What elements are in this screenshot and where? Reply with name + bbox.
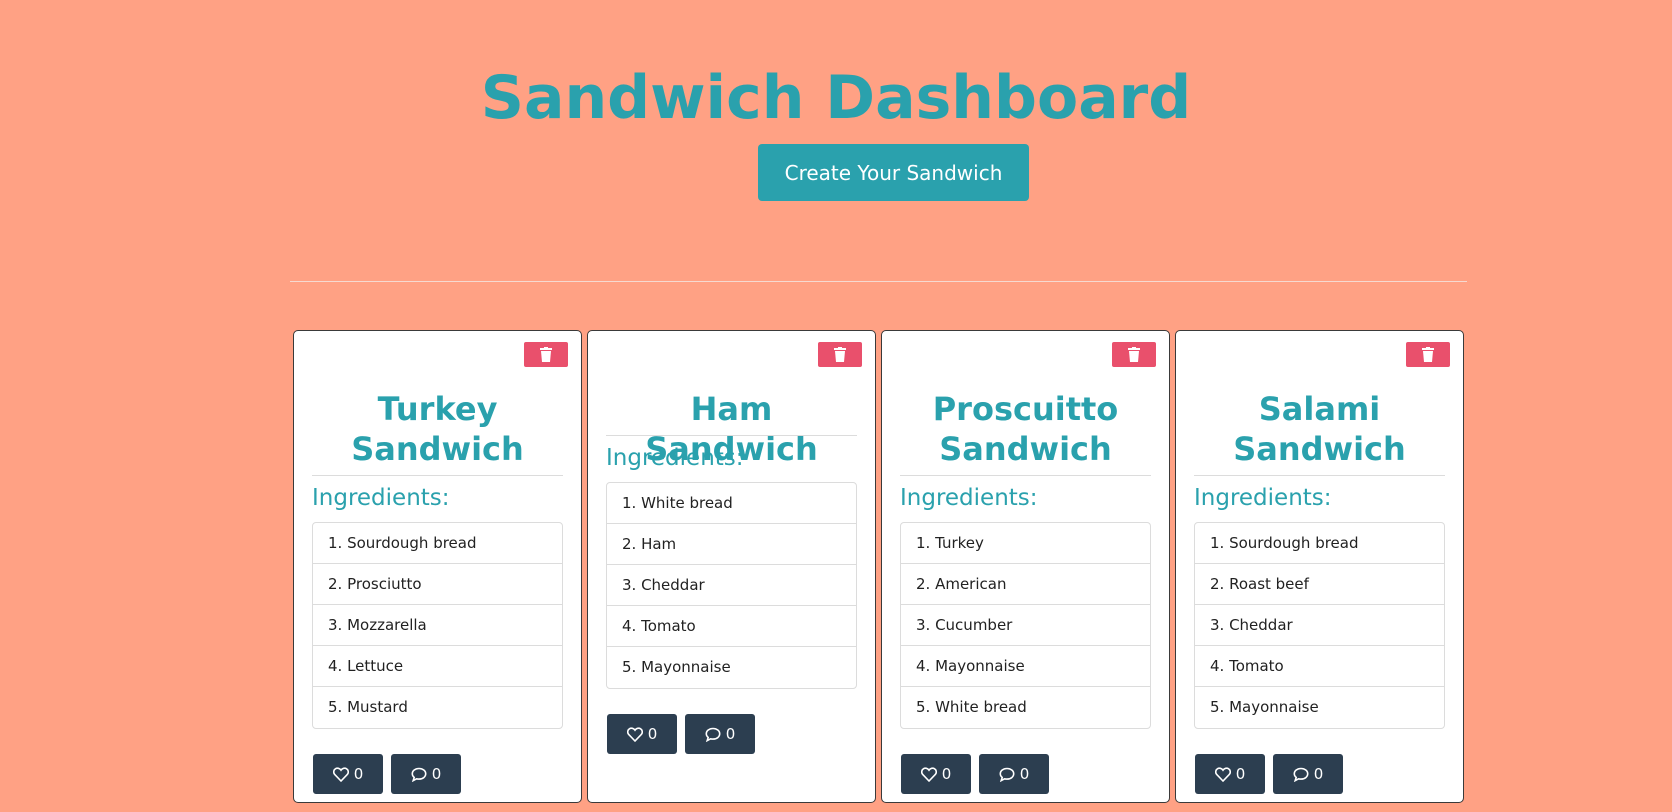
- card-title-line: Sandwich: [351, 430, 524, 468]
- comment-icon: [705, 727, 721, 742]
- like-button[interactable]: 0: [313, 754, 383, 794]
- ingredient-item: 3. Cheddar: [607, 565, 856, 606]
- card-title-line: Turkey: [377, 390, 498, 428]
- delete-button[interactable]: [818, 342, 862, 367]
- like-count: 0: [1235, 765, 1246, 783]
- comment-icon: [411, 767, 427, 782]
- ingredients-label: Ingredients:: [900, 485, 1038, 511]
- trash-icon: [1422, 347, 1434, 362]
- comment-count: 0: [1019, 765, 1030, 783]
- like-count: 0: [647, 725, 658, 743]
- ingredient-item: 5. Mustard: [328, 698, 408, 716]
- ingredients-label: Ingredients:: [606, 445, 744, 471]
- trash-icon: [1128, 347, 1140, 362]
- comment-count: 0: [1313, 765, 1324, 783]
- ingredient-item: 2. Prosciutto: [313, 564, 562, 605]
- ingredient-item: 3. Mozzarella: [313, 605, 562, 646]
- ingredient-item: 4. Tomato: [1195, 646, 1444, 687]
- trash-icon: [540, 347, 552, 362]
- comment-button[interactable]: 0: [1273, 754, 1343, 794]
- ingredient-item: 5. Mayonnaise: [1210, 698, 1319, 716]
- card-title-line: Sandwich: [939, 430, 1112, 468]
- ingredient-item: 4. Mayonnaise: [901, 646, 1150, 687]
- ingredients-list: 1. Sourdough bread 2. Roast beef 3. Ched…: [1194, 522, 1445, 729]
- comment-count: 0: [431, 765, 442, 783]
- trash-icon: [834, 347, 846, 362]
- card-title: Salami Sandwich: [1194, 389, 1445, 469]
- sandwich-card-turkey: Turkey Sandwich Ingredients: 1. Sourdoug…: [293, 330, 582, 803]
- ingredient-item: 1. White bread: [607, 483, 856, 524]
- like-count: 0: [941, 765, 952, 783]
- ingredients-list: 1. White bread 2. Ham 3. Cheddar 4. Toma…: [606, 482, 857, 689]
- title-divider: [1194, 475, 1445, 476]
- title-divider: [900, 475, 1151, 476]
- comment-button[interactable]: 0: [685, 714, 755, 754]
- like-count: 0: [353, 765, 364, 783]
- card-title-line: Proscuitto: [932, 390, 1119, 428]
- ingredient-item: 4. Tomato: [607, 606, 856, 647]
- divider: [290, 281, 1467, 282]
- like-button[interactable]: 0: [901, 754, 971, 794]
- ingredients-label: Ingredients:: [312, 485, 450, 511]
- ingredients-list: 1. Turkey 2. American 3. Cucumber 4. May…: [900, 522, 1151, 729]
- card-title: Proscuitto Sandwich: [900, 389, 1151, 469]
- dashboard-page: Sandwich Dashboard Create Your Sandwich …: [0, 0, 1672, 812]
- title-divider: [606, 435, 857, 436]
- ingredient-item: 1. Turkey: [901, 523, 1150, 564]
- heart-icon: [332, 766, 349, 782]
- comment-button[interactable]: 0: [391, 754, 461, 794]
- like-button[interactable]: 0: [1195, 754, 1265, 794]
- card-actions: 0 0: [1195, 754, 1343, 794]
- delete-button[interactable]: [1406, 342, 1450, 367]
- ingredient-item: 3. Cheddar: [1195, 605, 1444, 646]
- comment-icon: [1293, 767, 1309, 782]
- card-actions: 0 0: [901, 754, 1049, 794]
- create-sandwich-button[interactable]: Create Your Sandwich: [758, 144, 1029, 201]
- heart-icon: [1214, 766, 1231, 782]
- ingredient-item: 3. Cucumber: [901, 605, 1150, 646]
- heart-icon: [920, 766, 937, 782]
- comment-button[interactable]: 0: [979, 754, 1049, 794]
- delete-button[interactable]: [524, 342, 568, 367]
- ingredient-item: 1. Sourdough bread: [1195, 523, 1444, 564]
- card-title-line: Sandwich: [1233, 430, 1406, 468]
- sandwich-card-proscuitto: Proscuitto Sandwich Ingredients: 1. Turk…: [881, 330, 1170, 803]
- sandwich-card-ham: Ham Sandwich Ingredients: 1. White bread…: [587, 330, 876, 803]
- card-title: Turkey Sandwich: [312, 389, 563, 469]
- ingredient-item: 5. White bread: [916, 698, 1027, 716]
- like-button[interactable]: 0: [607, 714, 677, 754]
- ingredient-item: 1. Sourdough bread: [313, 523, 562, 564]
- comment-count: 0: [725, 725, 736, 743]
- heart-icon: [626, 726, 643, 742]
- ingredients-label: Ingredients:: [1194, 485, 1332, 511]
- ingredient-item: 4. Lettuce: [313, 646, 562, 687]
- card-title-line: Salami: [1258, 390, 1381, 428]
- ingredient-item: 2. Roast beef: [1195, 564, 1444, 605]
- card-actions: 0 0: [313, 754, 461, 794]
- delete-button[interactable]: [1112, 342, 1156, 367]
- ingredient-item: 5. Mayonnaise: [622, 658, 731, 676]
- page-title: Sandwich Dashboard: [480, 63, 1192, 133]
- card-actions: 0 0: [607, 714, 755, 754]
- sandwich-card-salami: Salami Sandwich Ingredients: 1. Sourdoug…: [1175, 330, 1464, 803]
- ingredients-list: 1. Sourdough bread 2. Prosciutto 3. Mozz…: [312, 522, 563, 729]
- title-divider: [312, 475, 563, 476]
- comment-icon: [999, 767, 1015, 782]
- ingredient-item: 2. American: [901, 564, 1150, 605]
- ingredient-item: 2. Ham: [607, 524, 856, 565]
